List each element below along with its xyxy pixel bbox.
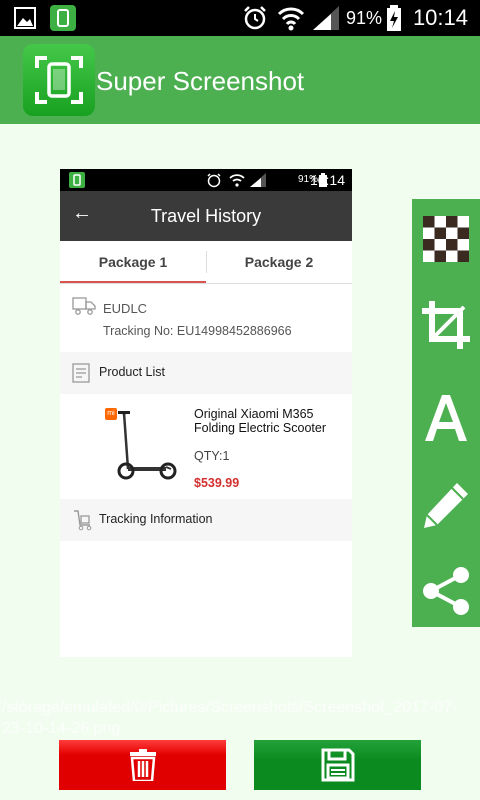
delete-button[interactable] <box>59 740 226 790</box>
product-item: mi Original Xiaomi M365 Folding Electric… <box>60 395 352 499</box>
share-tool-button[interactable] <box>412 551 480 631</box>
battery-percent: 91% <box>346 8 383 28</box>
product-qty: QTY:1 <box>194 449 230 463</box>
tracking-info-label: Tracking Information <box>99 512 213 526</box>
super-screenshot-notification-icon <box>50 5 76 31</box>
tab-package-1: Package 1 <box>60 241 206 283</box>
list-document-icon <box>72 363 90 383</box>
trolley-icon <box>74 510 92 531</box>
product-name: Original Xiaomi M365 Folding Electric Sc… <box>194 407 327 435</box>
text-tool-button[interactable] <box>412 377 480 457</box>
file-path: /storage/emulated/0/Pictures/Screenshots… <box>2 699 458 737</box>
pencil-icon <box>424 483 468 528</box>
app-title: Super Screenshot <box>96 66 305 96</box>
clock: 10:14 <box>412 5 468 30</box>
shipment-info: EUDLC Tracking No: EU14998452886966 <box>60 284 352 352</box>
save-button[interactable] <box>254 740 421 790</box>
alarm-icon <box>244 6 266 30</box>
carrier-name: EUDLC <box>103 301 148 316</box>
preview-toolbar: ← Travel History <box>60 191 352 241</box>
product-list-label: Product List <box>99 365 166 379</box>
image-icon <box>14 7 36 29</box>
scooter-image <box>117 411 177 480</box>
mosaic-tool-button[interactable] <box>412 199 480 279</box>
crop-icon <box>422 301 470 349</box>
crop-tool-button[interactable] <box>412 285 480 365</box>
app-logo-icon <box>23 44 95 116</box>
preview-tabs: Package 1 Package 2 <box>60 241 352 284</box>
wifi-icon <box>277 7 305 31</box>
app-bar: Super Screenshot <box>0 36 480 124</box>
checkerboard-icon <box>423 216 469 262</box>
preview-notification-icon <box>69 172 85 188</box>
preview-clock: 10:14 <box>309 172 345 188</box>
trash-icon <box>129 749 156 781</box>
tracking-number: Tracking No: EU14998452886966 <box>103 324 292 338</box>
signal-icon <box>313 6 339 30</box>
preview-alarm-icon <box>207 173 221 188</box>
draw-tool-button[interactable] <box>412 465 480 545</box>
text-a-icon <box>425 395 467 441</box>
product-list-header: Product List <box>60 352 352 394</box>
preview-wifi-icon <box>229 174 245 187</box>
preview-signal-icon <box>250 173 266 187</box>
truck-icon <box>72 297 96 315</box>
battery-charging-icon <box>387 5 401 31</box>
status-bar: 91% 10:14 <box>0 0 480 36</box>
tracking-info-header: Tracking Information <box>60 499 352 541</box>
share-icon <box>423 567 469 615</box>
edit-tools-panel <box>412 199 480 627</box>
preview-status-bar: 91% 10:14 <box>60 169 352 191</box>
preview-page-title: Travel History <box>150 206 262 226</box>
tab-package-2: Package 2 <box>244 254 314 270</box>
product-price: $539.99 <box>194 476 240 490</box>
screenshot-preview[interactable]: 91% 10:14 ← Travel History Package 1 Pac… <box>60 169 352 657</box>
floppy-save-icon <box>321 748 354 782</box>
